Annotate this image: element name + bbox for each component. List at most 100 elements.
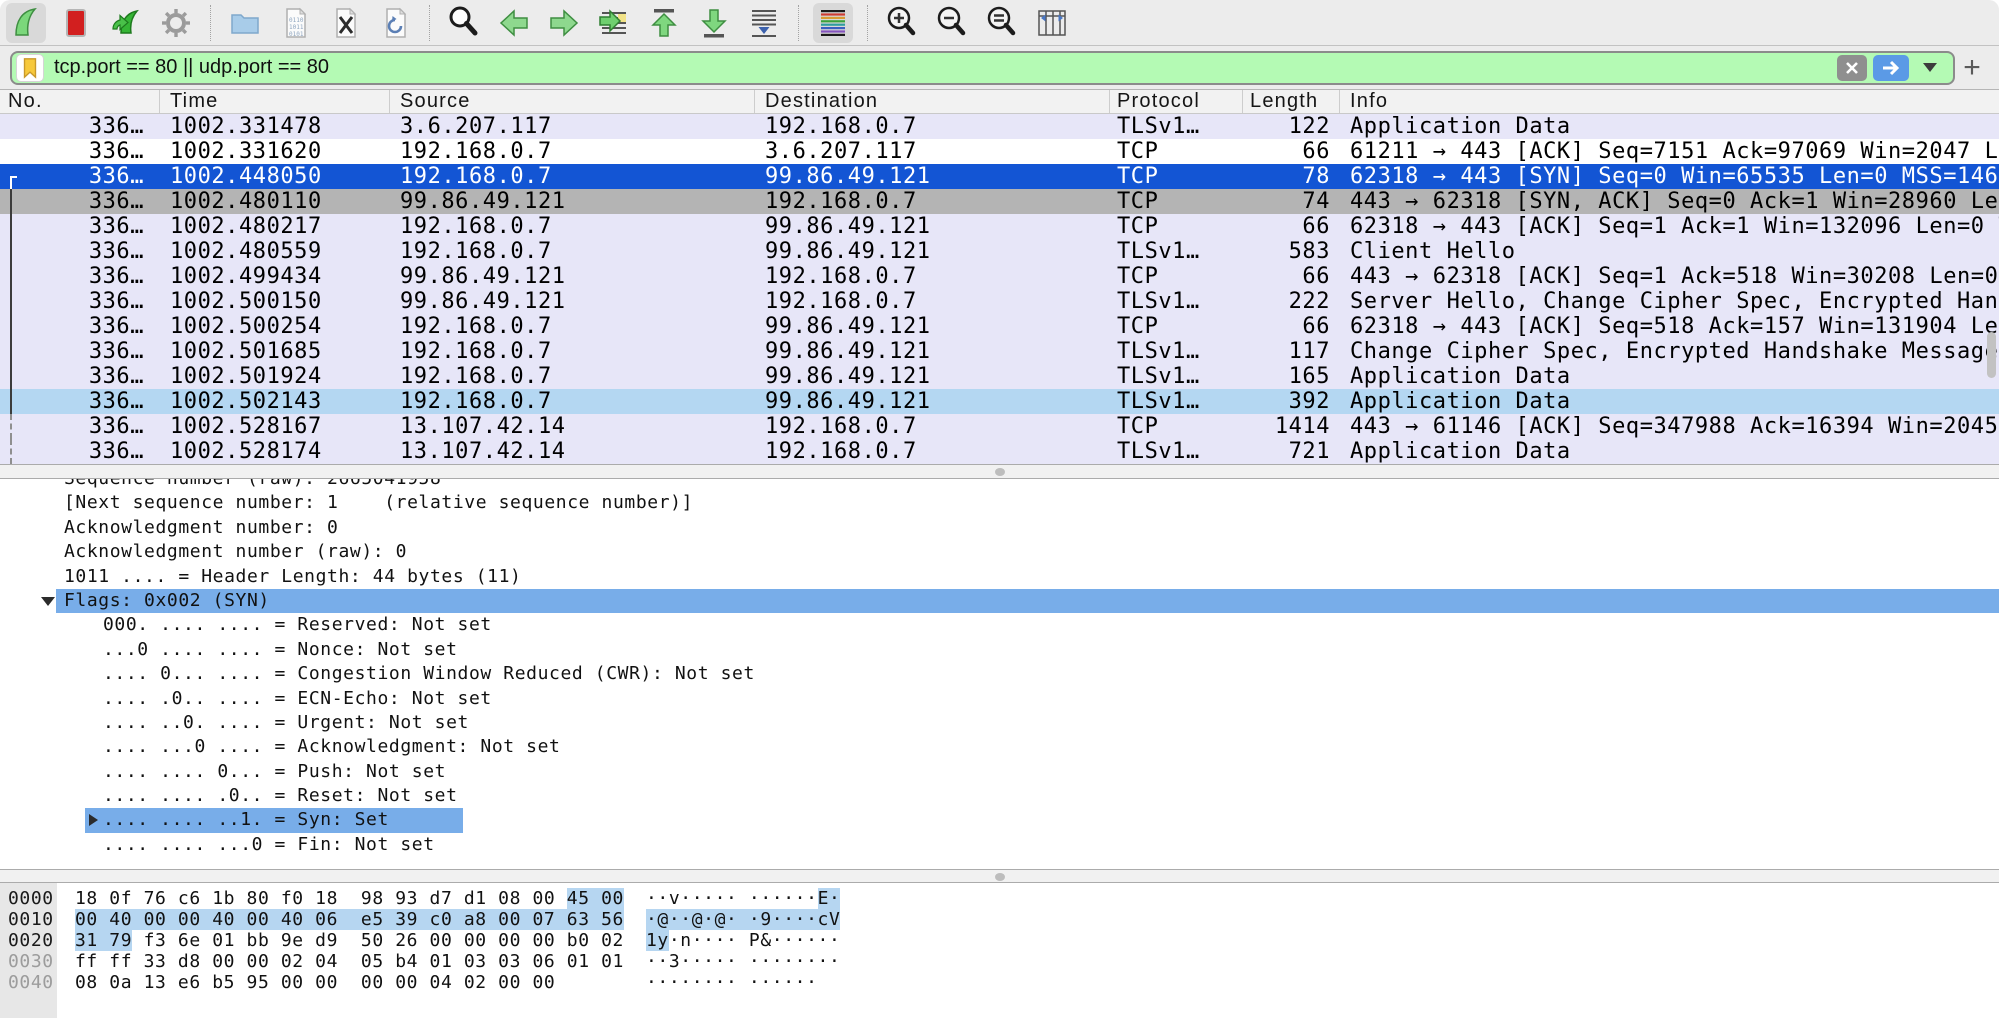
- zoom-in-button[interactable]: [882, 3, 922, 43]
- save-file-button[interactable]: 011010110101: [275, 3, 315, 43]
- start-capture-button[interactable]: [6, 3, 46, 43]
- column-header-protocol[interactable]: Protocol: [1110, 90, 1243, 113]
- close-file-button[interactable]: [325, 3, 365, 43]
- hex-ascii[interactable]: ········ ······: [624, 972, 818, 993]
- cell-no: 336…: [20, 414, 160, 439]
- hex-bytes[interactable]: 31 79 f3 6e 01 bb 9e d9 50 26 00 00 00 0…: [57, 930, 624, 951]
- cell-length: 392: [1243, 389, 1340, 414]
- filter-apply-button[interactable]: [1873, 55, 1909, 81]
- column-header-length[interactable]: Length: [1243, 90, 1340, 113]
- display-filter-field[interactable]: tcp.port == 80 || udp.port == 80: [10, 51, 1955, 85]
- go-first-button[interactable]: [644, 3, 684, 43]
- detail-line[interactable]: .... .... 0... = Push: Not set: [0, 760, 1999, 784]
- packet-row[interactable]: 336…1002.49943499.86.49.121192.168.0.7TC…: [0, 264, 1999, 289]
- arrow-right-icon: [546, 5, 582, 41]
- filter-clear-button[interactable]: [1837, 55, 1867, 81]
- scrollbar-thumb[interactable]: [1987, 332, 1996, 378]
- packet-row[interactable]: 336…1002.500254192.168.0.799.86.49.121TC…: [0, 314, 1999, 339]
- arrow-top-icon: [646, 5, 682, 41]
- detail-line[interactable]: ...0 .... .... = Nonce: Not set: [0, 638, 1999, 662]
- hex-ascii[interactable]: ·@··@·@· ·9····cV: [624, 909, 840, 930]
- packet-row[interactable]: 336…1002.48011099.86.49.121192.168.0.7TC…: [0, 189, 1999, 214]
- detail-line[interactable]: .... .0.. .... = ECN-Echo: Not set: [0, 687, 1999, 711]
- column-header-no[interactable]: No.: [0, 90, 160, 113]
- cell-protocol: TLSv1…: [1110, 389, 1243, 414]
- detail-line[interactable]: .... .... ..1. = Syn: Set: [0, 808, 1999, 832]
- column-header-info[interactable]: Info: [1340, 90, 1999, 113]
- hex-bytes[interactable]: 00 40 00 00 40 00 40 06 e5 39 c0 a8 00 0…: [57, 909, 624, 930]
- packet-row[interactable]: 336…1002.480217192.168.0.799.86.49.121TC…: [0, 214, 1999, 239]
- cell-info: 443 → 62318 [ACK] Seq=1 Ack=518 Win=3020…: [1340, 264, 1999, 289]
- detail-line[interactable]: .... 0... .... = Congestion Window Reduc…: [0, 662, 1999, 686]
- detail-line[interactable]: 1011 .... = Header Length: 44 bytes (11): [0, 565, 1999, 589]
- hex-ascii[interactable]: 1y·n···· P&······: [624, 930, 840, 951]
- filter-bookmark-button[interactable]: [16, 54, 44, 82]
- filter-dropdown-caret[interactable]: [1923, 63, 1937, 72]
- detail-line[interactable]: Acknowledgment number: 0: [0, 516, 1999, 540]
- hex-ascii[interactable]: ··3····· ········: [624, 951, 840, 972]
- detail-line[interactable]: .... .... ...0 = Fin: Not set: [0, 833, 1999, 857]
- detail-line[interactable]: [Next sequence number: 1 (relative seque…: [0, 491, 1999, 515]
- packet-row[interactable]: 336…1002.501685192.168.0.799.86.49.121TL…: [0, 339, 1999, 364]
- hex-row[interactable]: 000018 0f 76 c6 1b 80 f0 18 98 93 d7 d1 …: [0, 888, 1999, 909]
- hex-row[interactable]: 002031 79 f3 6e 01 bb 9e d9 50 26 00 00 …: [0, 930, 1999, 951]
- auto-scroll-button[interactable]: [744, 3, 784, 43]
- go-forward-button[interactable]: [544, 3, 584, 43]
- packet-row[interactable]: 336…1002.502143192.168.0.799.86.49.121TL…: [0, 389, 1999, 414]
- reload-file-button[interactable]: [375, 3, 415, 43]
- go-to-packet-button[interactable]: [594, 3, 634, 43]
- colorize-button[interactable]: [813, 3, 853, 43]
- find-packet-button[interactable]: [444, 3, 484, 43]
- packet-row[interactable]: 336…1002.448050192.168.0.799.86.49.121TC…: [0, 164, 1999, 189]
- packet-row[interactable]: 336…1002.3314783.6.207.117192.168.0.7TLS…: [0, 114, 1999, 139]
- detail-line[interactable]: .... ...0 .... = Acknowledgment: Not set: [0, 735, 1999, 759]
- hex-bytes[interactable]: 18 0f 76 c6 1b 80 f0 18 98 93 d7 d1 08 0…: [57, 888, 624, 909]
- go-back-button[interactable]: [494, 3, 534, 43]
- cell-protocol: TLSv1…: [1110, 239, 1243, 264]
- detail-line[interactable]: .... ..0. .... = Urgent: Not set: [0, 711, 1999, 735]
- filter-input[interactable]: tcp.port == 80 || udp.port == 80: [44, 56, 1837, 79]
- hex-bytes[interactable]: ff ff 33 d8 00 00 02 04 05 b4 01 03 03 0…: [57, 951, 624, 972]
- zoom-out-button[interactable]: [932, 3, 972, 43]
- detail-line[interactable]: .... .... .0.. = Reset: Not set: [0, 784, 1999, 808]
- restart-capture-button[interactable]: [106, 3, 146, 43]
- pane-splitter[interactable]: [0, 869, 1999, 883]
- detail-line[interactable]: Sequence number (raw): 2665041958: [0, 479, 1999, 491]
- hex-bytes[interactable]: 08 0a 13 e6 b5 95 00 00 00 00 04 02 00 0…: [57, 972, 624, 993]
- packet-row[interactable]: 336…1002.480559192.168.0.799.86.49.121TL…: [0, 239, 1999, 264]
- pane-splitter[interactable]: [0, 464, 1999, 479]
- hex-row[interactable]: 004008 0a 13 e6 b5 95 00 00 00 00 04 02 …: [0, 972, 1999, 993]
- zoom-reset-button[interactable]: [982, 3, 1022, 43]
- cell-protocol: TLSv1…: [1110, 439, 1243, 464]
- expander-down-icon[interactable]: [41, 597, 55, 606]
- stop-capture-button[interactable]: [56, 3, 96, 43]
- packet-row[interactable]: 336…1002.50015099.86.49.121192.168.0.7TL…: [0, 289, 1999, 314]
- detail-line[interactable]: Flags: 0x002 (SYN): [0, 589, 1999, 613]
- detail-line[interactable]: 000. .... .... = Reserved: Not set: [0, 613, 1999, 637]
- expander-right-icon[interactable]: [89, 814, 98, 826]
- resize-columns-button[interactable]: [1032, 3, 1072, 43]
- packet-row[interactable]: 336…1002.52817413.107.42.14192.168.0.7TL…: [0, 439, 1999, 464]
- conversation-marker-icon: [0, 414, 20, 439]
- cell-source: 192.168.0.7: [390, 389, 755, 414]
- packet-row[interactable]: 336…1002.52816713.107.42.14192.168.0.7TC…: [0, 414, 1999, 439]
- cell-length: 66: [1243, 214, 1340, 239]
- capture-options-button[interactable]: [156, 3, 196, 43]
- column-header-source[interactable]: Source: [390, 90, 755, 113]
- cell-time: 1002.500254: [160, 314, 390, 339]
- hex-row[interactable]: 0030ff ff 33 d8 00 00 02 04 05 b4 01 03 …: [0, 951, 1999, 972]
- packet-row[interactable]: 336…1002.501924192.168.0.799.86.49.121TL…: [0, 364, 1999, 389]
- detail-line[interactable]: Acknowledgment number (raw): 0: [0, 540, 1999, 564]
- hex-row[interactable]: 001000 40 00 00 40 00 40 06 e5 39 c0 a8 …: [0, 909, 1999, 930]
- hex-offset: 0010: [0, 909, 57, 930]
- magnifier-icon: [446, 5, 482, 41]
- go-last-button[interactable]: [694, 3, 734, 43]
- column-header-destination[interactable]: Destination: [755, 90, 1110, 113]
- filter-add-button[interactable]: +: [1955, 51, 1989, 85]
- splitter-grip-icon: [995, 468, 1005, 476]
- column-header-time[interactable]: Time: [160, 90, 390, 113]
- hex-ascii[interactable]: ··v····· ······E·: [624, 888, 840, 909]
- packet-row[interactable]: 336…1002.331620192.168.0.73.6.207.117TCP…: [0, 139, 1999, 164]
- cell-length: 1414: [1243, 414, 1340, 439]
- open-file-button[interactable]: [225, 3, 265, 43]
